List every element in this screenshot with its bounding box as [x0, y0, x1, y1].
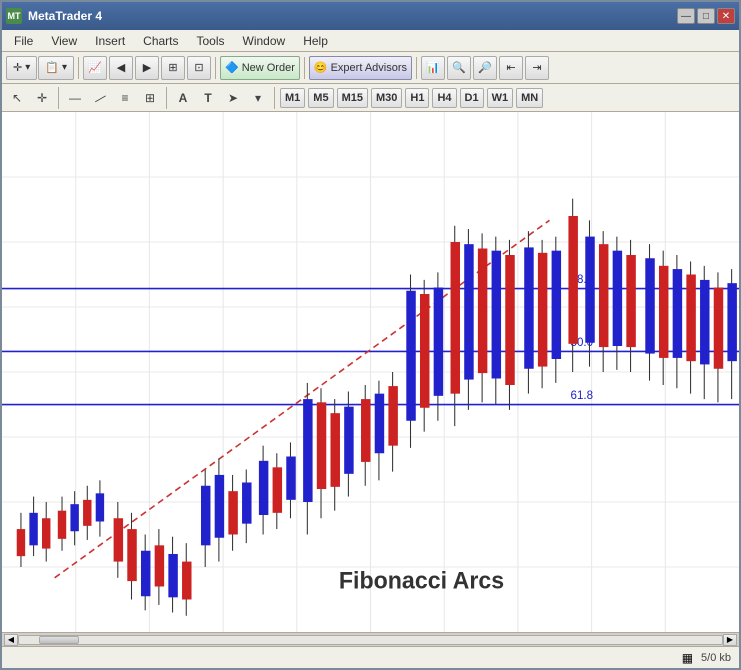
scroll-track[interactable] — [18, 635, 723, 645]
new-order-label: New Order — [242, 62, 295, 74]
indicators-btn[interactable]: 📈 — [83, 56, 107, 80]
new-chart-btn[interactable]: ✛ ▾ — [6, 56, 37, 80]
zoom-fit-icon: ⊡ — [194, 61, 203, 74]
menu-tools[interactable]: Tools — [189, 32, 233, 50]
tsep3 — [274, 87, 275, 109]
minimize-button[interactable]: — — [677, 8, 695, 24]
cursor-tool[interactable]: ↖ — [6, 87, 28, 109]
scroll-right-btn[interactable]: ⇥ — [525, 56, 549, 80]
tf-w1[interactable]: W1 — [487, 88, 514, 108]
tf-d1[interactable]: D1 — [460, 88, 484, 108]
main-toolbar: ✛ ▾ 📋 ▾ 📈 ◀ ▶ ⊞ ⊡ 🔷 New Order — [2, 52, 739, 84]
profile-btn[interactable]: 📋 ▾ — [38, 56, 74, 80]
drawing-toolbar: ↖ ✛ — — ≡ ⊞ A T ➤ ▾ M1 M5 M15 M30 H1 H4 … — [2, 84, 739, 112]
menu-window[interactable]: Window — [235, 32, 294, 50]
tf-m1[interactable]: M1 — [280, 88, 305, 108]
fibonacci-tool[interactable]: ⊞ — [139, 87, 161, 109]
memory-info: 5/0 kb — [701, 652, 731, 664]
profile-icon: 📋 — [45, 61, 59, 74]
channel-tool[interactable]: ≡ — [114, 87, 136, 109]
app-icon: MT — [6, 8, 22, 24]
color-tool[interactable]: ▾ — [247, 87, 269, 109]
expert-advisors-button[interactable]: 😊 Expert Advisors — [309, 56, 412, 80]
text-tool[interactable]: A — [172, 87, 194, 109]
titlebar-left: MT MetaTrader 4 — [6, 8, 102, 24]
new-order-icon: 🔷 — [225, 61, 239, 74]
label-tool[interactable]: T — [197, 87, 219, 109]
svg-text:Fibonacci Arcs: Fibonacci Arcs — [339, 567, 504, 593]
sep4 — [416, 57, 417, 79]
expert-label: Expert Advisors — [331, 62, 407, 74]
back-icon: ◀ — [117, 61, 125, 74]
zoom-out-btn[interactable]: 🔎 — [473, 56, 497, 80]
window-controls: — □ ✕ — [677, 8, 735, 24]
menu-insert[interactable]: Insert — [87, 32, 133, 50]
tf-m5[interactable]: M5 — [308, 88, 333, 108]
chart-info-icon: 📊 — [426, 61, 440, 74]
arrow-tool[interactable]: ➤ — [222, 87, 244, 109]
chart-area[interactable]: 38.2 50.0 61.8 — [2, 112, 739, 632]
scroll-right-arrow[interactable]: ▶ — [723, 634, 737, 646]
tsep1 — [58, 87, 59, 109]
period-btn[interactable]: ⊞ — [161, 56, 185, 80]
zoom-in-btn[interactable]: 🔍 — [447, 56, 471, 80]
scroll-right-icon: ⇥ — [532, 61, 541, 74]
scroll-left-btn[interactable]: ⇤ — [499, 56, 523, 80]
tf-h4[interactable]: H4 — [432, 88, 456, 108]
menu-charts[interactable]: Charts — [135, 32, 186, 50]
sep1 — [78, 57, 79, 79]
svg-text:61.8: 61.8 — [571, 389, 594, 402]
main-window: MT MetaTrader 4 — □ ✕ File View Insert C… — [0, 0, 741, 670]
sep3 — [304, 57, 305, 79]
chart-svg: 38.2 50.0 61.8 — [2, 112, 739, 632]
tf-m30[interactable]: M30 — [371, 88, 402, 108]
new-chart-icon: ✛ — [13, 61, 22, 74]
zoom-out-icon: 🔎 — [478, 61, 492, 74]
window-title: MetaTrader 4 — [28, 9, 102, 23]
nav-group: ✛ ▾ 📋 ▾ — [6, 56, 74, 80]
scroll-thumb[interactable] — [39, 636, 79, 644]
statusbar: ▦ 5/0 kb — [2, 646, 739, 668]
scroll-left-arrow[interactable]: ◀ — [4, 634, 18, 646]
grid-icon: ▦ — [682, 651, 693, 665]
menu-file[interactable]: File — [6, 32, 41, 50]
close-button[interactable]: ✕ — [717, 8, 735, 24]
horizontal-scrollbar[interactable]: ◀ ▶ — [2, 632, 739, 646]
crosshair-tool[interactable]: ✛ — [31, 87, 53, 109]
chart-info-btn[interactable]: 📊 — [421, 56, 445, 80]
tf-m15[interactable]: M15 — [337, 88, 368, 108]
sep2 — [215, 57, 216, 79]
new-order-button[interactable]: 🔷 New Order — [220, 56, 300, 80]
zoom-in-icon: 🔍 — [452, 61, 466, 74]
back-btn[interactable]: ◀ — [109, 56, 133, 80]
period-icon: ⊞ — [168, 61, 177, 74]
zoom-fit-btn[interactable]: ⊡ — [187, 56, 211, 80]
menubar: File View Insert Charts Tools Window Hel… — [2, 30, 739, 52]
forward-btn[interactable]: ▶ — [135, 56, 159, 80]
tf-h1[interactable]: H1 — [405, 88, 429, 108]
maximize-button[interactable]: □ — [697, 8, 715, 24]
tsep2 — [166, 87, 167, 109]
hline-tool[interactable]: — — [64, 87, 86, 109]
tf-mn[interactable]: MN — [516, 88, 543, 108]
menu-view[interactable]: View — [43, 32, 85, 50]
scroll-left-icon: ⇤ — [506, 61, 515, 74]
menu-help[interactable]: Help — [295, 32, 336, 50]
titlebar: MT MetaTrader 4 — □ ✕ — [2, 2, 739, 30]
expert-icon: 😊 — [314, 61, 328, 74]
trendline-tool[interactable]: — — [85, 82, 115, 112]
forward-icon: ▶ — [143, 61, 151, 74]
indicators-icon: 📈 — [88, 61, 102, 74]
